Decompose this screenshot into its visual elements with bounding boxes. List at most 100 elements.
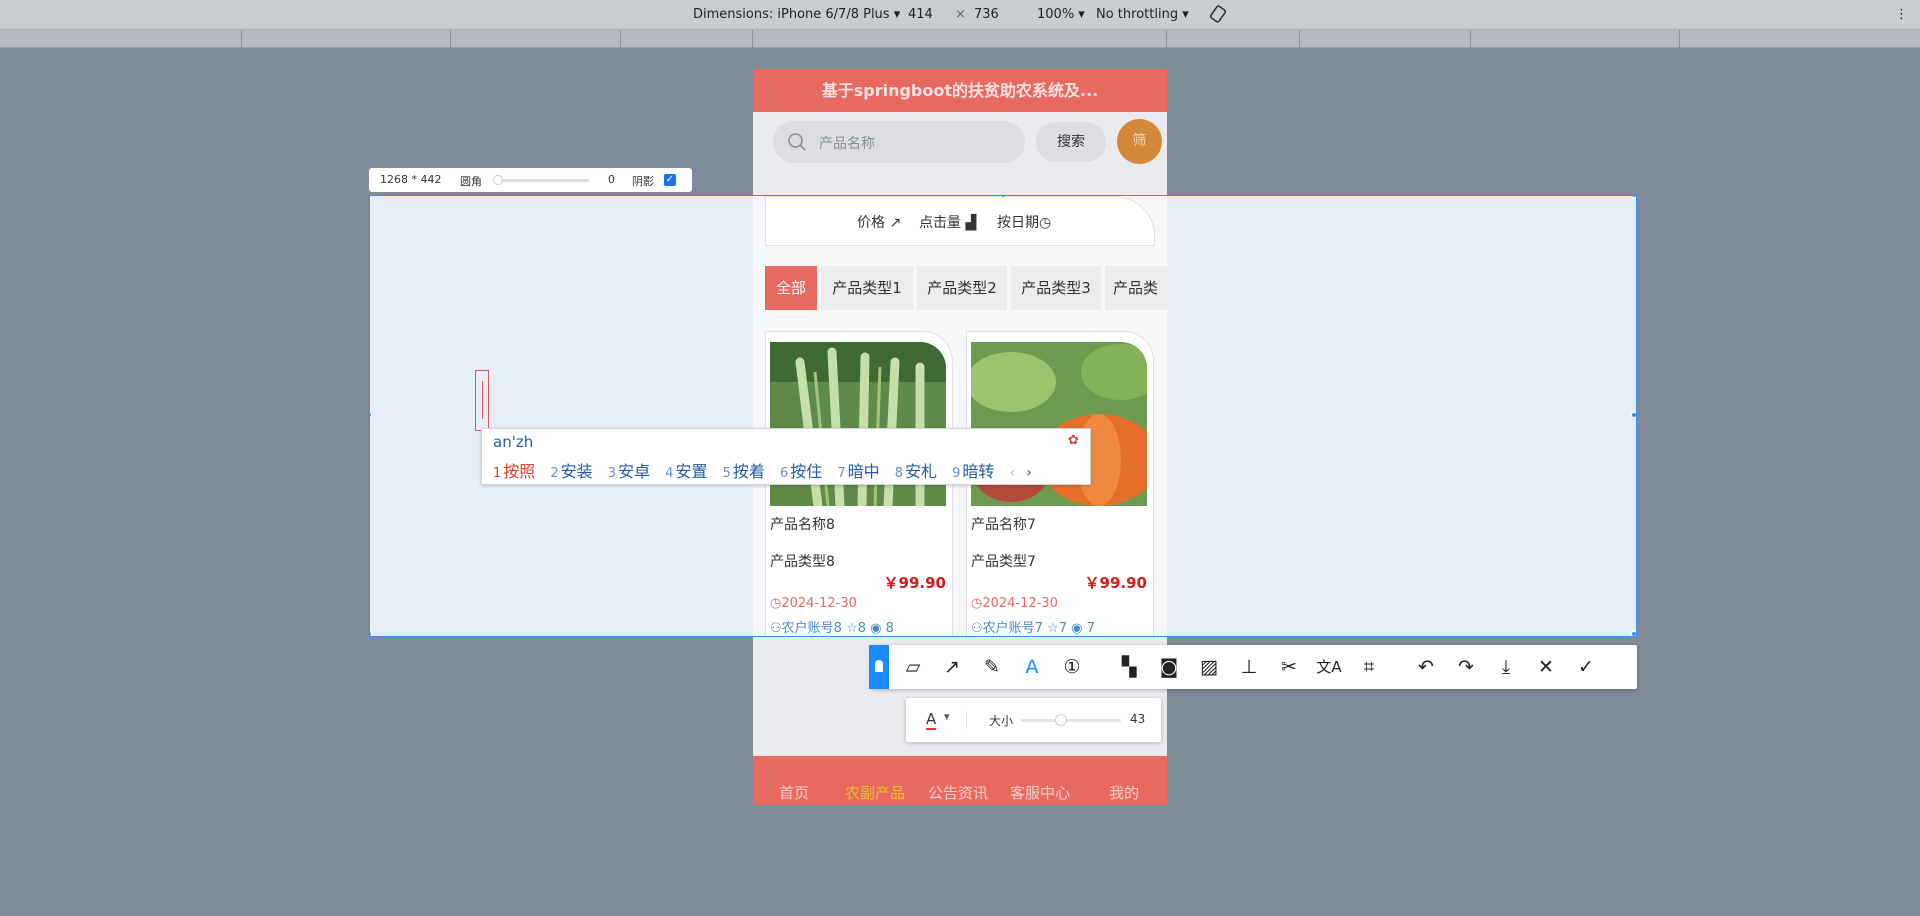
ime-candidate[interactable]: 5 按着 bbox=[723, 462, 765, 481]
size-slider-thumb[interactable] bbox=[1055, 714, 1067, 726]
ime-candidate-number: 6 bbox=[779, 466, 789, 481]
tab-type3[interactable]: 产品类型3 bbox=[1011, 266, 1101, 310]
captured-phone-content: 价格 ↗ 点击量 ▟ 按日期◷ 全部 产品类型1 产品类型2 产品类型3 产品类 bbox=[753, 196, 1167, 636]
resize-handle-sw[interactable] bbox=[370, 631, 372, 636]
throttle-select[interactable]: No throttling ▾ bbox=[1096, 7, 1189, 22]
radius-slider-thumb[interactable] bbox=[493, 175, 503, 185]
size-label: 大小 bbox=[989, 714, 1014, 728]
number-marker-icon[interactable]: ① bbox=[1058, 653, 1086, 681]
hatch-icon[interactable]: ▨ bbox=[1195, 653, 1223, 681]
device-select[interactable]: Dimensions: iPhone 6/7/8 Plus ▾ bbox=[693, 7, 900, 22]
pencil-icon[interactable]: ✎ bbox=[978, 653, 1006, 681]
ime-candidate-text: 安札 bbox=[905, 462, 938, 481]
text-options-bar: A ▾ 大小 43 bbox=[906, 698, 1161, 742]
ime-candidate-number: 3 bbox=[607, 466, 617, 481]
scissors-icon[interactable]: ✂ bbox=[1275, 653, 1303, 681]
star-icon: ☆ bbox=[846, 621, 858, 636]
device-height[interactable]: 736 bbox=[974, 7, 999, 22]
more-options-icon[interactable]: ⋮ bbox=[1895, 7, 1908, 22]
sort-date-label: 按日期 bbox=[997, 215, 1039, 231]
ime-candidate[interactable]: 8 安札 bbox=[895, 462, 937, 481]
size-value: 43 bbox=[1130, 712, 1146, 726]
close-icon[interactable]: ✕ bbox=[1532, 653, 1560, 681]
sort-date[interactable]: 按日期◷ bbox=[997, 212, 1051, 232]
ime-candidate-text: 按着 bbox=[732, 462, 765, 481]
capture-size: 1268 * 442 bbox=[380, 173, 442, 186]
blur-icon[interactable]: ◙ bbox=[1155, 653, 1183, 681]
font-color-icon[interactable]: A bbox=[926, 710, 937, 730]
size-slider[interactable] bbox=[1021, 714, 1121, 726]
ime-skin-icon[interactable]: ✿ bbox=[1068, 433, 1079, 448]
search-input[interactable]: 产品名称 bbox=[773, 121, 1025, 163]
tab-type1[interactable]: 产品类型1 bbox=[821, 266, 913, 310]
tab-all[interactable]: 全部 bbox=[765, 266, 817, 310]
ime-candidate[interactable]: 7 暗中 bbox=[837, 462, 879, 481]
confirm-icon[interactable]: ✓ bbox=[1572, 653, 1600, 681]
shadow-checkbox[interactable]: ✓ bbox=[664, 174, 676, 186]
clock-icon: ◷ bbox=[971, 596, 983, 611]
ime-next-page-icon[interactable]: › bbox=[1026, 465, 1032, 481]
capture-region[interactable]: 价格 ↗ 点击量 ▟ 按日期◷ 全部 产品类型1 产品类型2 产品类型3 产品类 bbox=[369, 195, 1637, 637]
ime-candidate[interactable]: 6 按住 bbox=[780, 462, 822, 481]
ime-candidate[interactable]: 2 安装 bbox=[550, 462, 592, 481]
rotate-icon[interactable] bbox=[1208, 4, 1228, 28]
device-width[interactable]: 414 bbox=[908, 7, 933, 22]
text-tool-icon[interactable]: A bbox=[1018, 653, 1046, 681]
arrow-icon[interactable]: ↗ bbox=[938, 653, 966, 681]
clock-icon: ◷ bbox=[1039, 215, 1052, 231]
farmer-account: 农户账号8 bbox=[781, 621, 842, 636]
radius-label: 圆角 bbox=[460, 175, 482, 188]
download-icon[interactable]: ⤓ bbox=[1492, 653, 1520, 681]
undo-icon[interactable]: ↶ bbox=[1412, 653, 1440, 681]
nav-home[interactable]: 首页 bbox=[779, 782, 809, 803]
times-sign: × bbox=[955, 7, 966, 22]
resize-handle-se[interactable] bbox=[1631, 631, 1636, 636]
ocr-icon[interactable]: ⌗ bbox=[1355, 653, 1383, 681]
nav-mine[interactable]: 我的 bbox=[1109, 782, 1139, 803]
ime-candidate[interactable]: 3 安卓 bbox=[608, 462, 650, 481]
search-button[interactable]: 搜索 bbox=[1036, 122, 1106, 162]
text-insert-box[interactable] bbox=[475, 370, 489, 431]
sort-clicks[interactable]: 点击量 ▟ bbox=[919, 212, 976, 232]
tab-type4[interactable]: 产品类 bbox=[1105, 266, 1167, 310]
resize-handle-nw[interactable] bbox=[370, 196, 372, 198]
shape-icon[interactable]: ▱ bbox=[899, 653, 927, 681]
product-price: ￥99.90 bbox=[1084, 574, 1147, 592]
radius-value: 0 bbox=[608, 173, 615, 186]
ime-prev-page-icon[interactable]: ‹ bbox=[1010, 465, 1016, 481]
device-label: Dimensions: iPhone 6/7/8 Plus bbox=[693, 7, 890, 22]
nav-news[interactable]: 公告资讯 bbox=[928, 782, 988, 803]
star-icon: ☆ bbox=[1047, 621, 1059, 636]
ime-candidate-number: 8 bbox=[894, 466, 904, 481]
product-price: ￥99.90 bbox=[883, 574, 946, 592]
star-count: 7 bbox=[1058, 621, 1068, 636]
ime-candidate[interactable]: 1 按照 bbox=[493, 462, 535, 481]
redo-icon[interactable]: ↷ bbox=[1452, 653, 1480, 681]
bar-chart-icon: ▟ bbox=[961, 215, 977, 231]
pin-icon[interactable]: ⊥ bbox=[1235, 653, 1263, 681]
ime-candidate[interactable]: 9 暗转 bbox=[952, 462, 994, 481]
nav-products[interactable]: 农副产品 bbox=[845, 782, 905, 803]
product-date-value: 2024-12-30 bbox=[982, 596, 1058, 611]
view-count: 8 bbox=[885, 621, 894, 636]
nav-service[interactable]: 客服中心 bbox=[1010, 782, 1070, 803]
pin-mode-icon[interactable] bbox=[869, 645, 889, 689]
resize-handle-e[interactable] bbox=[1631, 412, 1636, 418]
product-date-value: 2024-12-30 bbox=[781, 596, 857, 611]
sort-clicks-label: 点击量 bbox=[919, 215, 961, 231]
capture-size-panel: 1268 * 442 圆角 0 阴影 ✓ bbox=[369, 168, 692, 192]
tab-type2[interactable]: 产品类型2 bbox=[917, 266, 1007, 310]
sort-bar: 价格 ↗ 点击量 ▟ 按日期◷ bbox=[765, 196, 1155, 246]
resize-handle-w[interactable] bbox=[370, 412, 372, 418]
ime-candidate-text: 安卓 bbox=[618, 462, 651, 481]
filter-button[interactable]: 筛 bbox=[1117, 119, 1162, 164]
resize-handle-ne[interactable] bbox=[1631, 196, 1636, 198]
ime-candidate[interactable]: 4 安置 bbox=[665, 462, 707, 481]
translate-icon[interactable]: 文A bbox=[1315, 653, 1343, 681]
mosaic-icon[interactable]: ▚ bbox=[1115, 653, 1143, 681]
ime-candidate-text: 按住 bbox=[790, 462, 823, 481]
radius-slider[interactable] bbox=[493, 175, 589, 185]
sort-price[interactable]: 价格 ↗ bbox=[857, 212, 901, 232]
zoom-select[interactable]: 100% ▾ bbox=[1037, 7, 1085, 22]
chevron-down-icon[interactable]: ▾ bbox=[944, 710, 950, 723]
